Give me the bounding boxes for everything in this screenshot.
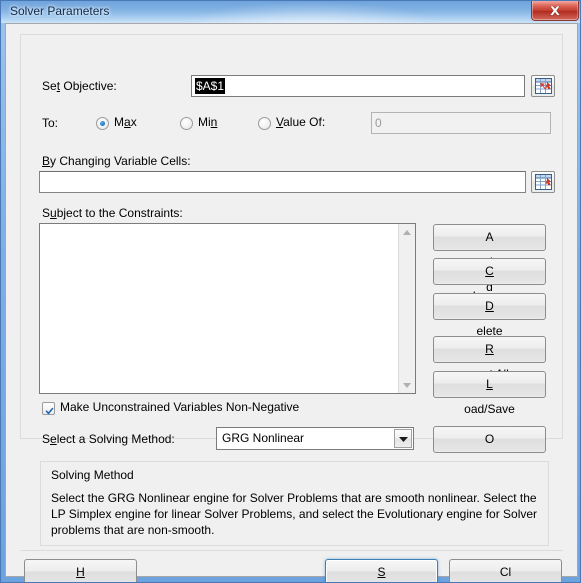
close-dialog-button[interactable]: Close <box>449 559 562 582</box>
close-button[interactable] <box>531 1 579 21</box>
radio-min-label: Min <box>198 115 218 129</box>
changing-cells-range-picker-button[interactable] <box>531 171 555 193</box>
options-button[interactable]: Options <box>433 426 546 496</box>
set-objective-value: $A$1 <box>195 78 226 94</box>
radio-value-of-indicator <box>258 117 271 130</box>
solving-method-description-group: Solving Method Select the GRG Nonlinear … <box>40 461 549 546</box>
radio-min-indicator <box>180 117 193 130</box>
solve-button[interactable]: Solve <box>325 559 438 582</box>
constraints-listbox[interactable] <box>39 223 416 394</box>
non-negative-checkbox-label: Make Unconstrained Variables Non-Negativ… <box>60 400 300 414</box>
solving-method-dropdown-button[interactable] <box>394 429 412 448</box>
load-save-button[interactable]: Load/Save <box>433 371 546 416</box>
radio-max-label: Max <box>114 115 137 129</box>
solving-method-selected-value: GRG Nonlinear <box>222 431 305 445</box>
radio-value-of-label: Value Of: <box>276 115 326 129</box>
solving-method-dropdown[interactable]: GRG Nonlinear <box>216 427 414 450</box>
delete-button[interactable]: Delete <box>433 293 546 338</box>
changing-cells-label: By Changing Variable Cells: <box>42 154 191 168</box>
titlebar-glow <box>181 1 441 23</box>
checkmark-icon <box>45 405 54 419</box>
help-button[interactable]: Help <box>24 559 137 582</box>
set-objective-range-picker-button[interactable] <box>531 75 555 97</box>
solving-method-description-text: Select the GRG Nonlinear engine for Solv… <box>51 491 538 537</box>
footer-separator <box>20 550 563 551</box>
title-bar[interactable]: Solver Parameters <box>1 1 580 23</box>
value-of-input[interactable] <box>371 112 551 134</box>
help-button-label: Help <box>76 565 85 579</box>
radio-max-indicator <box>96 117 109 130</box>
to-label: To: <box>42 116 59 130</box>
load-save-button-label: Load/Save <box>464 377 515 416</box>
changing-cells-input[interactable] <box>39 171 526 193</box>
solving-method-label: Select a Solving Method: <box>42 432 175 446</box>
solver-parameters-dialog: Solver Parameters Set Objective: $A$1 To… <box>0 0 581 583</box>
non-negative-checkbox-box <box>42 402 55 415</box>
solve-button-label: Solve <box>377 565 386 579</box>
reset-all-button[interactable]: Reset All <box>433 336 546 381</box>
dialog-client-area: Set Objective: $A$1 To: Max Min Value Of… <box>5 23 578 582</box>
set-objective-input[interactable]: $A$1 <box>191 75 525 97</box>
set-objective-label: Set Objective: <box>42 79 117 93</box>
window-title: Solver Parameters <box>10 4 110 18</box>
close-icon <box>532 1 578 20</box>
add-button[interactable]: Add <box>433 224 546 294</box>
solving-method-group-title: Solving Method <box>51 468 134 482</box>
change-button[interactable]: Change <box>433 258 546 303</box>
scrollbar-down-button[interactable] <box>399 377 415 393</box>
scrollbar-up-button[interactable] <box>399 224 415 240</box>
constraints-scrollbar[interactable] <box>398 224 415 393</box>
close-dialog-button-label: Close <box>499 565 512 579</box>
constraints-label: Subject to the Constraints: <box>42 206 183 220</box>
